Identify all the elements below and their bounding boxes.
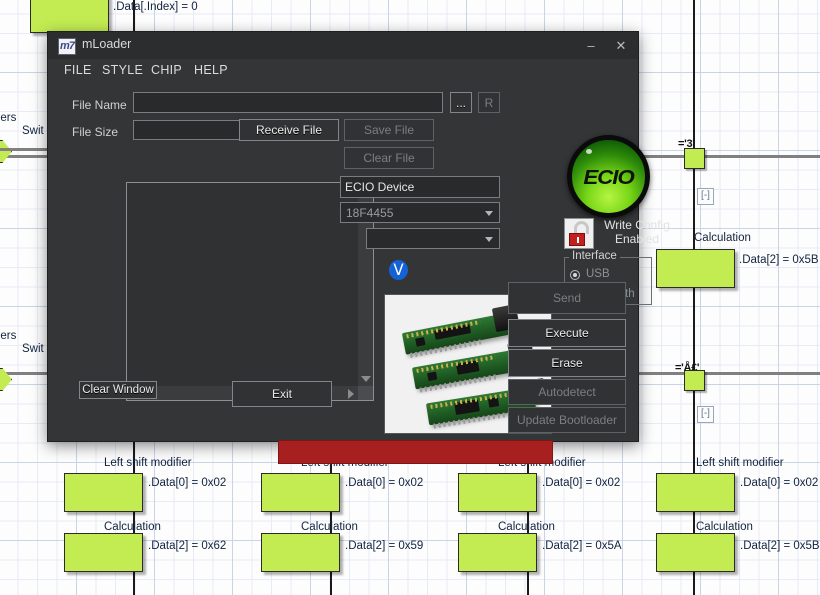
flow-node-label: Calculation bbox=[498, 521, 555, 533]
bluetooth-device-select[interactable] bbox=[366, 228, 500, 249]
menu-file[interactable]: FILE bbox=[59, 61, 97, 79]
flow-edge-text: bers bbox=[0, 330, 17, 342]
progress-bar bbox=[278, 440, 553, 464]
send-button[interactable]: Send bbox=[508, 282, 626, 314]
bluetooth-icon: ᐯ bbox=[389, 260, 408, 280]
flow-node-label: Left shift modifier bbox=[696, 457, 784, 469]
unlocked-padlock-icon[interactable] bbox=[564, 218, 594, 249]
logo-highlight bbox=[586, 149, 592, 154]
chip-select-value: 18F4455 bbox=[346, 206, 394, 220]
mloader-window: m7 mLoader – ✕ FILE STYLE CHIP HELP File… bbox=[47, 31, 670, 464]
write-config-line1: Write Config bbox=[604, 218, 670, 232]
browse-button[interactable]: ... bbox=[450, 92, 472, 113]
log-output-area[interactable] bbox=[126, 182, 374, 401]
menu-style[interactable]: STYLE bbox=[97, 61, 148, 79]
write-config-status: Write Config Enabled bbox=[599, 218, 675, 246]
flow-edge-text: Swit bbox=[22, 125, 44, 137]
flow-node-value: .Data[2] = 0x5A bbox=[542, 540, 622, 552]
menu-bar: FILE STYLE CHIP HELP bbox=[48, 59, 638, 81]
flow-node-label: Calculation bbox=[694, 232, 751, 244]
flow-edge-text: bers bbox=[0, 112, 17, 124]
flow-node[interactable] bbox=[64, 473, 143, 512]
flow-node[interactable] bbox=[458, 533, 537, 572]
ecio-logo: ECIO bbox=[567, 135, 650, 218]
flow-node-value: .Data[2] = 0x5B bbox=[739, 254, 819, 266]
write-config-line2: Enabled bbox=[614, 232, 660, 246]
close-button[interactable]: ✕ bbox=[606, 32, 636, 59]
radio-usb-label: USB bbox=[586, 268, 610, 280]
flow-node-value: .Data[0] = 0x02 bbox=[740, 477, 819, 489]
flow-node[interactable] bbox=[261, 473, 340, 512]
flow-node-value: .Data[2] = 0x5B bbox=[740, 540, 820, 552]
file-size-input[interactable] bbox=[133, 120, 243, 140]
flow-node-label: Calculation bbox=[104, 521, 161, 533]
chip-select[interactable]: 18F4455 bbox=[340, 202, 500, 223]
flow-node-value: .Data[0] = 0x02 bbox=[345, 477, 424, 489]
flow-arrow-node[interactable] bbox=[0, 140, 12, 163]
file-name-label: File Name bbox=[72, 98, 127, 112]
app-logo-icon: m7 bbox=[58, 38, 76, 55]
refresh-button[interactable]: R bbox=[478, 92, 500, 113]
flow-node[interactable] bbox=[656, 533, 735, 572]
ecio-logo-text: ECIO bbox=[583, 167, 634, 189]
flow-node[interactable] bbox=[458, 473, 537, 512]
scroll-corner bbox=[358, 386, 373, 400]
pcb-board bbox=[401, 304, 520, 358]
menu-help[interactable]: HELP bbox=[189, 61, 233, 79]
flow-branch-node[interactable] bbox=[684, 148, 705, 169]
chevron-down-icon bbox=[485, 211, 493, 216]
exit-button[interactable]: Exit bbox=[232, 381, 332, 407]
save-file-button[interactable]: Save File bbox=[344, 119, 434, 141]
update-bootloader-button[interactable]: Update Bootloader bbox=[508, 407, 626, 433]
flow-node[interactable] bbox=[30, 0, 109, 33]
flow-node[interactable] bbox=[261, 533, 340, 572]
flow-node[interactable] bbox=[656, 473, 735, 512]
flow-node[interactable] bbox=[64, 533, 143, 572]
window-title: mLoader bbox=[82, 37, 132, 51]
flow-node-value: .Data[0] = 0x02 bbox=[542, 477, 621, 489]
flow-node-label: Calculation bbox=[696, 521, 753, 533]
execute-button[interactable]: Execute bbox=[508, 319, 626, 347]
scroll-right-arrow-icon[interactable] bbox=[348, 389, 354, 399]
flow-edge-text: Swit bbox=[22, 343, 44, 355]
flow-node-label: Left shift modifier bbox=[104, 457, 192, 469]
radio-usb-circle bbox=[570, 270, 580, 280]
flow-node[interactable] bbox=[656, 249, 735, 288]
collapse-toggle[interactable]: [-] bbox=[697, 406, 714, 423]
receive-file-button[interactable]: Receive File bbox=[239, 119, 339, 141]
device-name-input[interactable]: ECIO Device bbox=[340, 176, 500, 198]
erase-button[interactable]: Erase bbox=[508, 349, 626, 377]
autodetect-button[interactable]: Autodetect bbox=[508, 379, 626, 405]
flow-node-value: .Data[.Index] = 0 bbox=[113, 1, 198, 13]
clear-window-button[interactable]: Clear Window bbox=[79, 381, 157, 399]
flow-node-value: .Data[0] = 0x02 bbox=[148, 477, 227, 489]
menu-chip[interactable]: CHIP bbox=[146, 61, 187, 79]
collapse-toggle[interactable]: [-] bbox=[697, 188, 714, 205]
chevron-down-icon bbox=[485, 237, 493, 242]
minimize-button[interactable]: – bbox=[576, 32, 606, 59]
scroll-down-arrow-icon[interactable] bbox=[361, 376, 371, 382]
flow-node-value: .Data[2] = 0x62 bbox=[148, 540, 227, 552]
flow-branch-node[interactable] bbox=[684, 370, 705, 391]
file-size-label: File Size bbox=[72, 125, 119, 139]
clear-file-button[interactable]: Clear File bbox=[344, 147, 434, 169]
file-name-input[interactable] bbox=[133, 92, 443, 113]
interface-legend: Interface bbox=[569, 250, 620, 262]
flow-node-label: Calculation bbox=[301, 521, 358, 533]
window-titlebar[interactable]: m7 mLoader – ✕ bbox=[48, 32, 638, 59]
flow-node-value: .Data[2] = 0x59 bbox=[345, 540, 424, 552]
